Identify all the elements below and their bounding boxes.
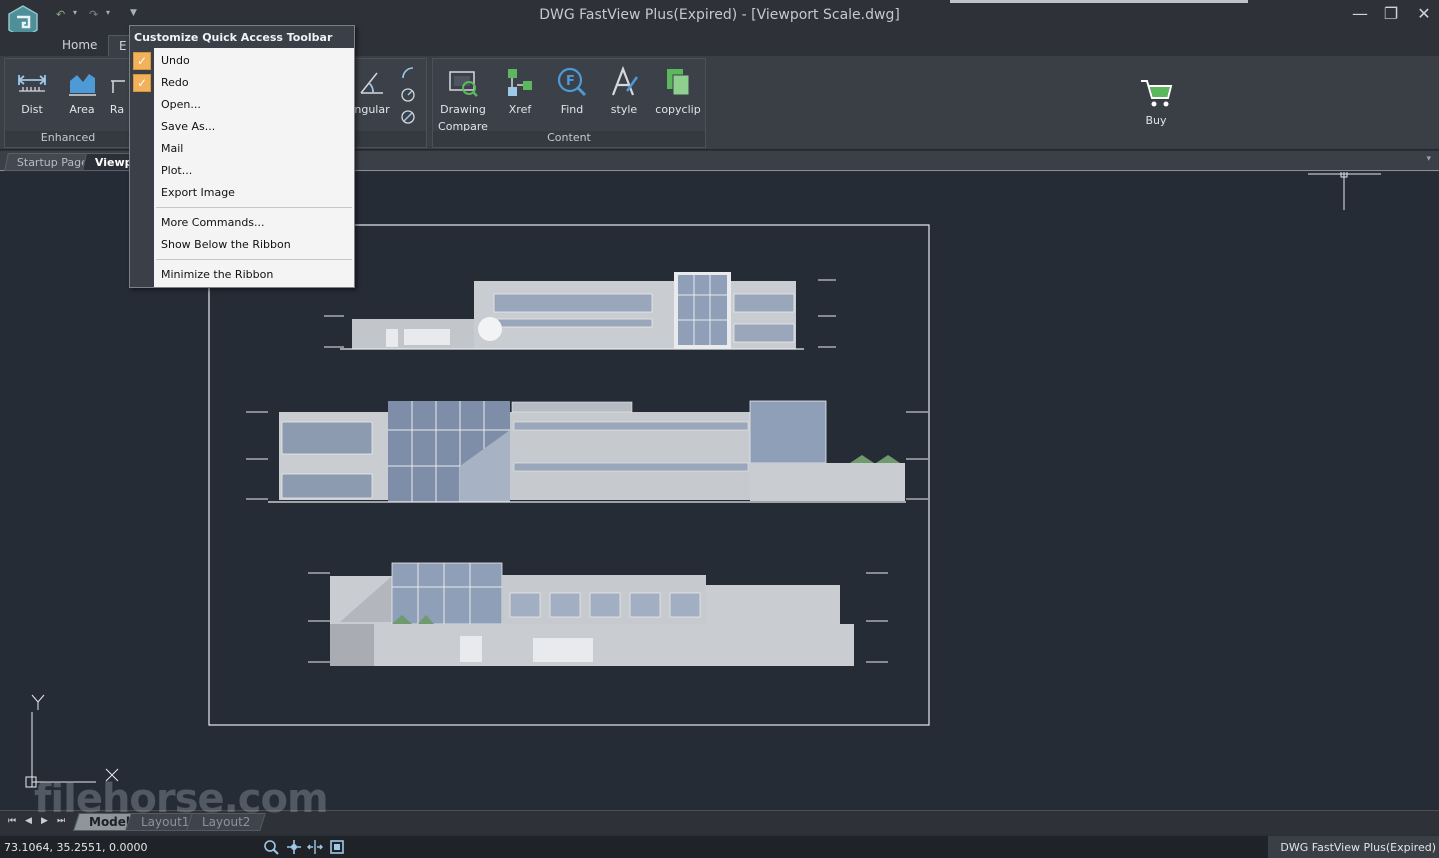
drawing-compare-label: Drawing Compare (435, 103, 491, 133)
buy-button[interactable]: Buy (1129, 74, 1183, 140)
cart-icon (1141, 80, 1173, 107)
crosshair-cursor (1308, 170, 1381, 210)
watermark: filehorse.com (34, 776, 329, 822)
tab-startup-page-label: Startup Page (16, 156, 88, 169)
menu-item-open[interactable]: Open... (154, 93, 354, 115)
menu-separator (156, 259, 352, 260)
minimize-button[interactable]: — (1346, 3, 1374, 25)
angular-icon (360, 72, 383, 94)
menu-item-more-commands[interactable]: More Commands... (154, 211, 354, 233)
xref-icon (508, 69, 532, 96)
svg-text:F: F (566, 74, 575, 89)
title-bar-progress (950, 0, 1248, 3)
menu-header: Customize Quick Access Toolbar (130, 26, 354, 48)
find-label: Find (560, 103, 584, 116)
elevation-middle (246, 400, 928, 503)
elevation-top (324, 272, 836, 350)
xref-label: Xref (508, 103, 532, 116)
menu-item-save-as[interactable]: Save As... (154, 115, 354, 137)
ribbon-group-label-enhanced: Enhanced (5, 131, 131, 147)
tab-list-dropdown-icon[interactable]: ▾ (1426, 154, 1431, 164)
prev-layout-icon[interactable]: ◀ (25, 816, 32, 826)
copyclip-label: copyclip (655, 103, 701, 116)
ribbon-group-content: Drawing Compare Xref F Find style copycl… (432, 58, 706, 148)
split-view-icon[interactable] (307, 839, 323, 855)
copyclip-button[interactable]: copyclip (651, 63, 705, 129)
radius-small-icon[interactable] (400, 87, 416, 103)
diameter-icon[interactable] (400, 109, 416, 125)
menu-item-minimize-ribbon[interactable]: Minimize the Ribbon (154, 263, 354, 285)
style-button[interactable]: style (597, 63, 651, 129)
undo-check-icon: ✓ (133, 52, 151, 70)
find-button[interactable]: F Find (545, 63, 599, 129)
menu-item-undo[interactable]: Undo (154, 49, 354, 71)
menu-item-export-image[interactable]: Export Image (154, 181, 354, 203)
style-label: style (610, 103, 638, 116)
copyclip-icon (667, 69, 690, 96)
radius-label: Ra (109, 103, 125, 116)
redo-check-icon: ✓ (133, 74, 151, 92)
restore-button[interactable]: ❐ (1377, 3, 1405, 25)
app-status-text: DWG FastView Plus(Expired) (1268, 836, 1439, 858)
arc-length-icon[interactable] (400, 65, 416, 81)
first-layout-icon[interactable]: ⏮ (8, 816, 16, 826)
menu-item-plot[interactable]: Plot... (154, 159, 354, 181)
buy-label: Buy (1145, 114, 1167, 127)
dist-icon (18, 75, 46, 92)
zoom-icon[interactable] (263, 839, 279, 855)
style-icon (611, 65, 639, 96)
ucs-icon (25, 694, 119, 788)
pan-icon[interactable] (286, 839, 302, 855)
drawing-compare-icon (449, 71, 478, 97)
area-button[interactable]: Area (55, 63, 109, 129)
radius-icon (111, 80, 125, 93)
area-label: Area (69, 103, 95, 116)
menu-item-mail[interactable]: Mail (154, 137, 354, 159)
drawing-compare-label-line1: Drawing (440, 103, 486, 116)
close-button[interactable]: ✕ (1410, 3, 1438, 25)
elevation-bottom (308, 562, 888, 666)
radius-button[interactable]: Ra (105, 63, 129, 129)
ribbon-group-label-content: Content (433, 131, 705, 147)
find-icon: F (557, 67, 587, 97)
ribbon-group-enhanced: Dist Area Ra Enhanced (4, 58, 132, 148)
customize-qat-menu: Customize Quick Access Toolbar ✓ Undo ✓ … (129, 25, 355, 288)
menu-item-show-below-ribbon[interactable]: Show Below the Ribbon (154, 233, 354, 255)
drawing-compare-button[interactable]: Drawing Compare (435, 63, 491, 133)
dist-label: Dist (21, 103, 43, 116)
menu-item-redo[interactable]: Redo (154, 71, 354, 93)
status-bar: 73.1064, 35.2551, 0.0000 DWG FastView Pl… (0, 836, 1439, 858)
menu-separator (156, 207, 352, 208)
zoom-extents-icon[interactable] (329, 839, 345, 855)
dist-button[interactable]: Dist (5, 63, 59, 129)
tab-home[interactable]: Home (52, 35, 107, 56)
window-title: DWG FastView Plus(Expired) - [Viewport S… (539, 7, 900, 23)
coordinate-readout: 73.1064, 35.2551, 0.0000 (4, 841, 148, 854)
area-icon (69, 74, 96, 96)
xref-button[interactable]: Xref (493, 63, 547, 129)
